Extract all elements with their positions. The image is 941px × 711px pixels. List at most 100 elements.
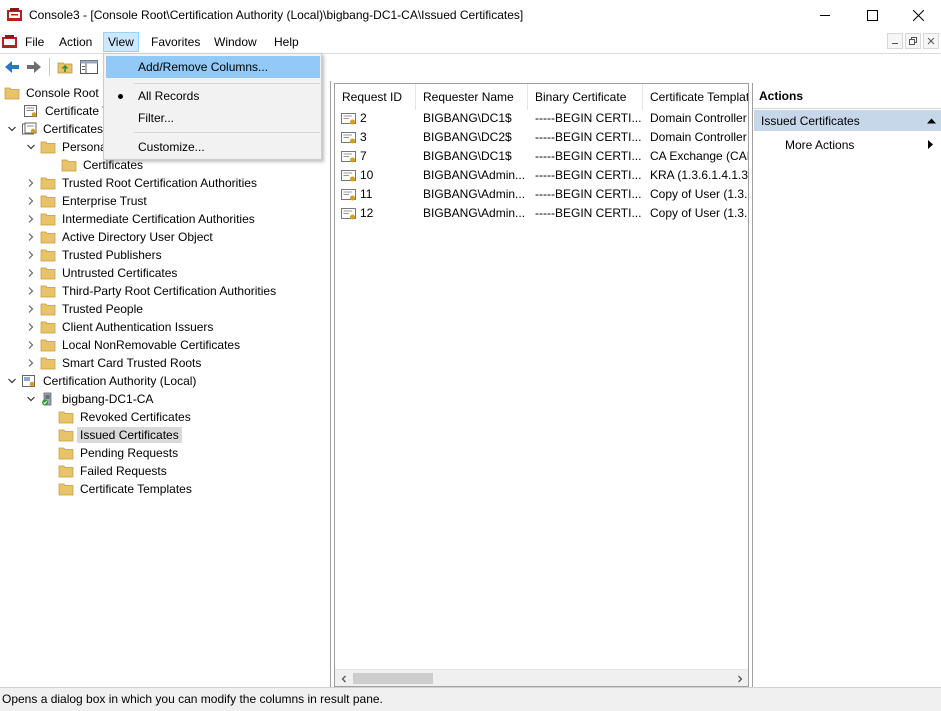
tree-item-local-nonremovable[interactable]: Local NonRemovable Certificates — [25, 336, 243, 354]
chevron-right-icon[interactable] — [25, 267, 37, 279]
mmc-app-icon[interactable] — [6, 7, 23, 23]
up-one-level-button[interactable] — [55, 58, 75, 76]
column-header-request-id[interactable]: Request ID — [335, 84, 416, 110]
tree-item-label: Trusted Publishers — [62, 248, 162, 262]
mdi-close-button[interactable] — [923, 33, 939, 49]
tree-item-certification-authority[interactable]: Certification Authority (Local) — [6, 372, 199, 390]
column-header-certificate-template[interactable]: Certificate Template — [643, 84, 748, 110]
actions-section-issued-certificates[interactable]: Issued Certificates — [754, 109, 941, 131]
scroll-right-button[interactable] — [731, 670, 748, 686]
tree-item-trusted-people[interactable]: Trusted People — [25, 300, 146, 318]
back-button[interactable] — [2, 58, 22, 76]
tree-item-third-party-root-ca[interactable]: Third-Party Root Certification Authoriti… — [25, 282, 279, 300]
chevron-right-icon[interactable] — [25, 195, 37, 207]
menu-item-all-records[interactable]: All Records — [106, 85, 320, 107]
console-menu-icon[interactable] — [1, 34, 18, 50]
more-actions-link[interactable]: More Actions — [785, 136, 854, 154]
menu-item-customize[interactable]: Customize... — [106, 136, 320, 158]
show-hide-console-tree-button[interactable] — [79, 58, 99, 76]
chevron-left-icon — [341, 675, 346, 682]
tree-item-trusted-root-ca[interactable]: Trusted Root Certification Authorities — [25, 174, 260, 192]
certificate-icon — [341, 188, 356, 200]
binary-certificate: -----BEGIN CERTI... — [535, 111, 642, 125]
chevron-right-icon[interactable] — [25, 213, 37, 225]
chevron-down-icon[interactable] — [25, 141, 37, 153]
menu-item-add-remove-columns[interactable]: Add/Remove Columns... — [106, 56, 320, 78]
console-tree-icon — [80, 60, 98, 74]
tree-item-ca-certificate-templates[interactable]: Certificate Templates — [58, 480, 195, 498]
certificate-template: KRA (1.3.6.1.4.1.311) — [650, 168, 748, 182]
chevron-right-icon[interactable] — [25, 177, 37, 189]
menu-action[interactable]: Action — [54, 32, 97, 52]
result-pane[interactable]: Request ID Requester Name Binary Certifi… — [334, 83, 749, 687]
folder-icon — [40, 338, 56, 352]
close-button[interactable] — [895, 0, 941, 31]
table-row[interactable]: 2 BIGBANG\DC1$ -----BEGIN CERTI... Domai… — [335, 109, 748, 128]
menu-window[interactable]: Window — [209, 32, 262, 52]
chevron-right-icon[interactable] — [25, 321, 37, 333]
folder-icon — [40, 266, 56, 280]
table-row[interactable]: 10 BIGBANG\Admin... -----BEGIN CERTI... … — [335, 166, 748, 185]
chevron-down-icon[interactable] — [6, 375, 18, 387]
tree-item-failed-requests[interactable]: Failed Requests — [58, 462, 170, 480]
menu-help[interactable]: Help — [269, 32, 304, 52]
tree-item-issued-certificates[interactable]: Issued Certificates — [58, 426, 182, 444]
column-header-requester-name[interactable]: Requester Name — [416, 84, 528, 110]
folder-icon — [61, 158, 77, 172]
request-id: 7 — [360, 149, 367, 163]
chevron-right-icon[interactable] — [25, 231, 37, 243]
collapse-up-icon[interactable] — [927, 118, 936, 124]
requester-name: BIGBANG\DC1$ — [423, 111, 512, 125]
tree-item-label: Console Root — [26, 86, 99, 100]
tree-item-intermediate-ca[interactable]: Intermediate Certification Authorities — [25, 210, 258, 228]
scroll-left-button[interactable] — [335, 670, 352, 686]
menu-view[interactable]: View — [103, 32, 139, 52]
tree-item-pending-requests[interactable]: Pending Requests — [58, 444, 181, 462]
table-row[interactable]: 3 BIGBANG\DC2$ -----BEGIN CERTI... Domai… — [335, 128, 748, 147]
tree-item-personal[interactable]: Personal — [25, 138, 112, 156]
folder-up-icon — [57, 62, 73, 74]
chevron-down-icon[interactable] — [25, 393, 37, 405]
tree-item-client-auth-issuers[interactable]: Client Authentication Issuers — [25, 318, 216, 336]
chevron-right-icon[interactable] — [25, 249, 37, 261]
tree-item-label: Pending Requests — [80, 446, 179, 460]
folder-icon — [40, 194, 56, 208]
table-row[interactable]: 7 BIGBANG\DC1$ -----BEGIN CERTI... CA Ex… — [335, 147, 748, 166]
certificate-icon — [341, 131, 356, 143]
actions-pane: Actions Issued Certificates More Actions — [752, 83, 941, 687]
tree-item-console-root[interactable]: Console Root — [4, 84, 102, 102]
tree-item-trusted-publishers[interactable]: Trusted Publishers — [25, 246, 165, 264]
forward-button[interactable] — [24, 58, 44, 76]
chevron-down-icon[interactable] — [6, 123, 18, 135]
scrollbar-thumb[interactable] — [353, 673, 433, 684]
tree-item-label: bigbang-DC1-CA — [62, 392, 154, 406]
maximize-button[interactable] — [849, 0, 895, 31]
certificates-icon — [21, 122, 37, 136]
table-row[interactable]: 12 BIGBANG\Admin... -----BEGIN CERTI... … — [335, 204, 748, 223]
tree-item-bigbang-dc1-ca[interactable]: bigbang-DC1-CA — [25, 390, 156, 408]
menu-favorites[interactable]: Favorites — [146, 32, 205, 52]
horizontal-scrollbar[interactable] — [335, 669, 748, 686]
chevron-right-icon[interactable] — [25, 339, 37, 351]
actions-header: Actions — [753, 83, 941, 109]
table-row[interactable]: 11 BIGBANG\Admin... -----BEGIN CERTI... … — [335, 185, 748, 204]
mdi-restore-button[interactable] — [905, 33, 921, 49]
menu-file[interactable]: File — [20, 32, 49, 52]
tree-item-untrusted-certificates[interactable]: Untrusted Certificates — [25, 264, 180, 282]
tree-item-smart-card-trusted-roots[interactable]: Smart Card Trusted Roots — [25, 354, 204, 372]
chevron-right-icon[interactable] — [25, 285, 37, 297]
mdi-minimize-button[interactable] — [887, 33, 903, 49]
tree-item-enterprise-trust[interactable]: Enterprise Trust — [25, 192, 150, 210]
menu-item-filter[interactable]: Filter... — [106, 107, 320, 129]
certificate-template: CA Exchange (CAExchange) — [650, 149, 748, 163]
tree-item-label: Certification Authority (Local) — [43, 374, 197, 388]
column-header-binary-certificate[interactable]: Binary Certificate — [528, 84, 643, 110]
folder-icon — [58, 482, 74, 496]
tree-item-ad-user-object[interactable]: Active Directory User Object — [25, 228, 216, 246]
tree-item-revoked-certificates[interactable]: Revoked Certificates — [58, 408, 194, 426]
chevron-right-icon[interactable] — [25, 303, 37, 315]
chevron-right-icon[interactable] — [25, 357, 37, 369]
folder-icon — [40, 230, 56, 244]
console-tree[interactable]: Console Root Certificate Templates Certi… — [0, 81, 331, 687]
minimize-button[interactable] — [802, 0, 848, 31]
